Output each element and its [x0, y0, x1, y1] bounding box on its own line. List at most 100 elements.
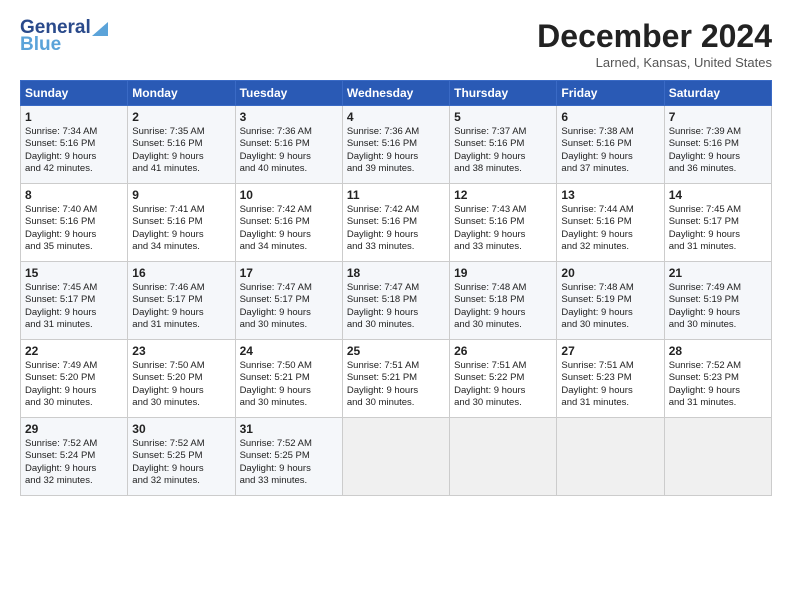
day-info: Daylight: 9 hours: [669, 385, 767, 397]
day-info: Sunset: 5:21 PM: [240, 372, 338, 384]
day-number: 24: [240, 344, 338, 358]
day-info: Sunrise: 7:34 AM: [25, 126, 123, 138]
day-info: and 32 minutes.: [561, 241, 659, 253]
day-number: 4: [347, 110, 445, 124]
day-number: 7: [669, 110, 767, 124]
day-info: Sunrise: 7:40 AM: [25, 204, 123, 216]
day-number: 6: [561, 110, 659, 124]
header-row: Sunday Monday Tuesday Wednesday Thursday…: [21, 81, 772, 106]
day-info: and 31 minutes.: [132, 319, 230, 331]
day-info: and 30 minutes.: [132, 397, 230, 409]
table-row: 30Sunrise: 7:52 AMSunset: 5:25 PMDayligh…: [128, 418, 235, 496]
day-info: Sunset: 5:16 PM: [561, 216, 659, 228]
day-info: Daylight: 9 hours: [132, 385, 230, 397]
day-number: 20: [561, 266, 659, 280]
day-info: Sunrise: 7:51 AM: [347, 360, 445, 372]
day-info: Sunset: 5:16 PM: [132, 216, 230, 228]
table-row: 2Sunrise: 7:35 AMSunset: 5:16 PMDaylight…: [128, 106, 235, 184]
day-info: and 30 minutes.: [25, 397, 123, 409]
day-info: Daylight: 9 hours: [347, 385, 445, 397]
table-row: 21Sunrise: 7:49 AMSunset: 5:19 PMDayligh…: [664, 262, 771, 340]
table-row: [450, 418, 557, 496]
day-number: 30: [132, 422, 230, 436]
day-info: Sunrise: 7:43 AM: [454, 204, 552, 216]
day-number: 28: [669, 344, 767, 358]
day-info: and 40 minutes.: [240, 163, 338, 175]
day-info: and 38 minutes.: [454, 163, 552, 175]
day-info: and 34 minutes.: [132, 241, 230, 253]
day-info: and 33 minutes.: [240, 475, 338, 487]
day-info: Sunset: 5:16 PM: [561, 138, 659, 150]
day-info: and 32 minutes.: [25, 475, 123, 487]
day-info: Sunrise: 7:42 AM: [240, 204, 338, 216]
day-info: Sunrise: 7:50 AM: [240, 360, 338, 372]
day-info: Sunset: 5:23 PM: [669, 372, 767, 384]
day-info: Daylight: 9 hours: [454, 385, 552, 397]
table-row: 5Sunrise: 7:37 AMSunset: 5:16 PMDaylight…: [450, 106, 557, 184]
col-tuesday: Tuesday: [235, 81, 342, 106]
calendar-table: Sunday Monday Tuesday Wednesday Thursday…: [20, 80, 772, 496]
day-info: Daylight: 9 hours: [25, 385, 123, 397]
table-row: 8Sunrise: 7:40 AMSunset: 5:16 PMDaylight…: [21, 184, 128, 262]
day-info: Sunrise: 7:47 AM: [240, 282, 338, 294]
day-number: 16: [132, 266, 230, 280]
day-info: and 30 minutes.: [347, 397, 445, 409]
day-info: Sunrise: 7:48 AM: [561, 282, 659, 294]
day-info: Daylight: 9 hours: [669, 151, 767, 163]
day-info: Sunrise: 7:41 AM: [132, 204, 230, 216]
day-number: 31: [240, 422, 338, 436]
day-info: and 31 minutes.: [669, 397, 767, 409]
day-info: Sunrise: 7:39 AM: [669, 126, 767, 138]
calendar-page: General Blue December 2024 Larned, Kansa…: [0, 0, 792, 612]
day-number: 8: [25, 188, 123, 202]
day-number: 21: [669, 266, 767, 280]
day-info: Sunrise: 7:49 AM: [25, 360, 123, 372]
col-saturday: Saturday: [664, 81, 771, 106]
table-row: 17Sunrise: 7:47 AMSunset: 5:17 PMDayligh…: [235, 262, 342, 340]
calendar-week-5: 29Sunrise: 7:52 AMSunset: 5:24 PMDayligh…: [21, 418, 772, 496]
day-info: Daylight: 9 hours: [347, 229, 445, 241]
day-info: Sunrise: 7:36 AM: [240, 126, 338, 138]
day-info: Daylight: 9 hours: [561, 229, 659, 241]
day-info: Sunset: 5:16 PM: [240, 138, 338, 150]
col-wednesday: Wednesday: [342, 81, 449, 106]
day-info: and 30 minutes.: [454, 319, 552, 331]
logo-blue: Blue: [20, 35, 61, 56]
day-info: Sunset: 5:19 PM: [669, 294, 767, 306]
day-info: Daylight: 9 hours: [347, 307, 445, 319]
day-info: Sunset: 5:17 PM: [669, 216, 767, 228]
header: General Blue December 2024 Larned, Kansa…: [20, 18, 772, 70]
day-info: Sunset: 5:18 PM: [347, 294, 445, 306]
table-row: 18Sunrise: 7:47 AMSunset: 5:18 PMDayligh…: [342, 262, 449, 340]
day-number: 3: [240, 110, 338, 124]
day-info: Daylight: 9 hours: [454, 307, 552, 319]
day-info: Sunset: 5:22 PM: [454, 372, 552, 384]
day-info: and 42 minutes.: [25, 163, 123, 175]
day-info: Daylight: 9 hours: [669, 229, 767, 241]
table-row: 13Sunrise: 7:44 AMSunset: 5:16 PMDayligh…: [557, 184, 664, 262]
table-row: 23Sunrise: 7:50 AMSunset: 5:20 PMDayligh…: [128, 340, 235, 418]
day-info: Sunrise: 7:46 AM: [132, 282, 230, 294]
day-info: Daylight: 9 hours: [132, 151, 230, 163]
calendar-week-2: 8Sunrise: 7:40 AMSunset: 5:16 PMDaylight…: [21, 184, 772, 262]
day-info: Sunrise: 7:38 AM: [561, 126, 659, 138]
day-number: 11: [347, 188, 445, 202]
day-info: Sunrise: 7:48 AM: [454, 282, 552, 294]
day-info: Sunset: 5:16 PM: [25, 216, 123, 228]
day-info: Sunset: 5:16 PM: [25, 138, 123, 150]
day-info: and 33 minutes.: [347, 241, 445, 253]
day-info: Daylight: 9 hours: [240, 307, 338, 319]
day-info: Sunset: 5:17 PM: [25, 294, 123, 306]
day-number: 1: [25, 110, 123, 124]
day-info: Sunrise: 7:47 AM: [347, 282, 445, 294]
location: Larned, Kansas, United States: [537, 55, 772, 70]
day-info: and 30 minutes.: [347, 319, 445, 331]
day-info: Sunrise: 7:44 AM: [561, 204, 659, 216]
day-info: and 30 minutes.: [454, 397, 552, 409]
day-info: and 31 minutes.: [25, 319, 123, 331]
table-row: 24Sunrise: 7:50 AMSunset: 5:21 PMDayligh…: [235, 340, 342, 418]
table-row: 11Sunrise: 7:42 AMSunset: 5:16 PMDayligh…: [342, 184, 449, 262]
day-info: Daylight: 9 hours: [132, 307, 230, 319]
day-number: 9: [132, 188, 230, 202]
day-number: 17: [240, 266, 338, 280]
